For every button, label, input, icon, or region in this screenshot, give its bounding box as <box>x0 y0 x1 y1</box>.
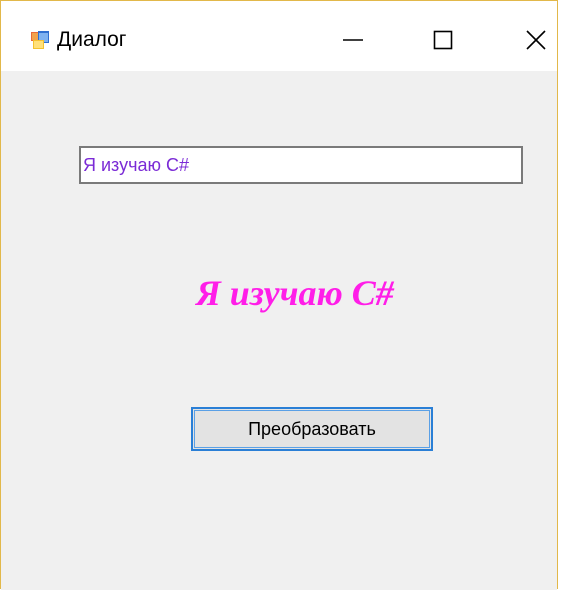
maximize-button[interactable] <box>413 17 473 67</box>
close-icon <box>525 29 547 56</box>
minimize-button[interactable] <box>323 17 383 67</box>
maximize-icon <box>432 29 454 56</box>
form-client-area: Я изучаю C# Преобразовать <box>1 71 557 590</box>
convert-button[interactable]: Преобразовать <box>191 407 433 451</box>
close-button[interactable] <box>506 17 566 67</box>
window-title: Диалог <box>57 28 127 51</box>
windows-form-icon <box>31 31 49 49</box>
dialog-window: Диалог Я изучаю C# Я изучаю C# Преобразо… <box>0 0 558 590</box>
title-bar[interactable]: Диалог <box>1 1 557 71</box>
styled-output-label: Я изучаю C# <box>196 273 394 313</box>
minimize-icon <box>342 29 364 56</box>
text-input[interactable] <box>79 146 523 184</box>
